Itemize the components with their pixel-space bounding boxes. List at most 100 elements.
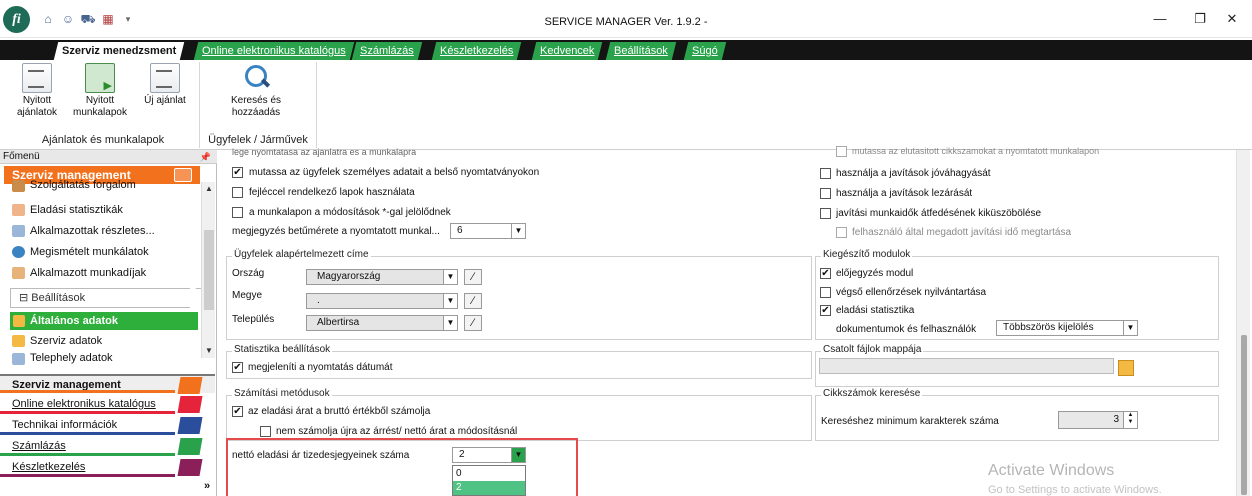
nav-item-repeated-jobs[interactable]: Megismételt munkálatok: [10, 243, 149, 261]
docs-users-select[interactable]: Többszörös kijelölés ▼: [996, 320, 1138, 336]
chevron-down-icon[interactable]: ▼: [1123, 321, 1137, 335]
modifications-mark-label: a munkalapon a módosítások *-gal jelölőd…: [249, 207, 451, 218]
spinner-arrows-icon[interactable]: ▲ ▼: [1123, 412, 1137, 428]
checkbox-overlap-elimination[interactable]: [820, 208, 831, 219]
repair-approval-label: használja a javítások jóváhagyását: [836, 168, 991, 179]
bottom-band-service-management[interactable]: Szerviz management: [0, 374, 215, 394]
inventory-band-icon: [177, 459, 203, 476]
invoicing-band-icon: [177, 438, 203, 455]
tab-favorites[interactable]: Kedvencek: [531, 42, 603, 60]
content-scroll-thumb[interactable]: [1241, 335, 1247, 495]
nav-item-general-data[interactable]: Általános adatok: [10, 312, 198, 330]
tab-invoicing[interactable]: Számlázás: [351, 42, 423, 60]
edit-pencil-icon[interactable]: ∕: [464, 293, 482, 309]
no-recalc-label: nem számolja újra az árrést/ nettó árat …: [276, 426, 518, 437]
nav-item-employee-wages[interactable]: Alkalmazott munkadíjak: [10, 264, 146, 282]
content-scrollbar[interactable]: [1236, 150, 1250, 496]
nav-settings-section[interactable]: ⊟ Beállítások: [10, 288, 190, 308]
checkbox-print-date[interactable]: ✔: [232, 362, 243, 373]
checkbox-personal-data[interactable]: ✔: [232, 167, 243, 178]
print-date-label: megjeleníti a nyomtatás dátumát: [248, 362, 393, 373]
final-checks-label: végső ellenőrzések nyilvántartása: [836, 287, 987, 298]
band-stripe: [0, 390, 175, 393]
checkbox-modifications-mark[interactable]: [232, 207, 243, 218]
nav-item-service-turnover[interactable]: Szolgáltatás forgalom: [10, 180, 136, 194]
ribbon-divider: [316, 62, 317, 148]
checkbox-booking-module[interactable]: ✔: [820, 268, 831, 279]
booking-module-label: előjegyzés modul: [836, 268, 914, 279]
min-chars-label: Kereséshez minimum karakterek száma: [821, 416, 999, 427]
settings-content: lege nyomtatasa az ajanlatra es a munkal…: [218, 146, 1252, 496]
checkbox-header-pages[interactable]: [232, 187, 243, 198]
pin-icon[interactable]: 📌: [200, 150, 211, 164]
edit-pencil-icon[interactable]: ∕: [464, 269, 482, 285]
bottom-band-online-catalog[interactable]: Online elektronikus katalógus: [0, 395, 215, 414]
county-select[interactable]: . ▼: [306, 293, 458, 309]
bottom-band-invoicing[interactable]: Számlázás: [0, 437, 215, 456]
chevron-down-icon[interactable]: ▼: [443, 316, 457, 330]
expand-chevron-icon[interactable]: »: [204, 480, 210, 492]
ribbon-panel: Nyitott ajánlatok Nyitott munkalapok Új …: [0, 60, 1252, 150]
checkbox-repair-approval[interactable]: [820, 168, 831, 179]
overlap-elimination-label: javítási munkaidők átfedésének kiküszöbö…: [836, 208, 1042, 219]
nav-item-service-data[interactable]: Szerviz adatok: [10, 332, 102, 350]
chevron-down-icon[interactable]: ▼: [443, 270, 457, 284]
repeat-icon: [12, 246, 25, 258]
search-and-add-button[interactable]: Keresés és hozzáadás: [216, 63, 296, 119]
checkbox-final-checks[interactable]: [820, 287, 831, 298]
tab-online-catalog[interactable]: Online elektronikus katalógus: [193, 42, 354, 60]
minimize-button[interactable]: —: [1140, 8, 1180, 30]
chevron-down-icon[interactable]: ▼: [511, 224, 525, 238]
edit-pencil-icon[interactable]: ∕: [464, 315, 482, 331]
country-select[interactable]: Magyarország ▼: [306, 269, 458, 285]
tab-inventory[interactable]: Készletkezelés: [431, 42, 522, 60]
service-icon: [174, 168, 192, 182]
activation-watermark: Activate Windows: [988, 462, 1115, 479]
checkbox-keep-user-time[interactable]: [836, 227, 847, 238]
min-chars-input[interactable]: 3 ▲ ▼: [1058, 411, 1138, 429]
dropdown-option[interactable]: 0: [453, 467, 525, 481]
nav-scrollbar[interactable]: ▲ ▼: [201, 182, 215, 358]
note-font-size-select[interactable]: 6 ▼: [450, 223, 526, 239]
nav-scroll-thumb[interactable]: [204, 230, 214, 310]
title-bar: fi ⌂ ☺ ⛟ ▦ ▾ SERVICE MANAGER Ver. 1.9.2 …: [0, 0, 1252, 38]
checkbox-gross-price[interactable]: ✔: [232, 406, 243, 417]
new-quote-button[interactable]: Új ajánlat: [142, 63, 188, 107]
checkbox-no-recalc[interactable]: [260, 426, 271, 437]
open-worksheets-button[interactable]: Nyitott munkalapok: [72, 63, 128, 119]
tab-service-management[interactable]: Szerviz menedzsment: [53, 42, 185, 60]
new-quote-label: Új ajánlat: [144, 95, 186, 106]
tab-settings[interactable]: Beállítások: [605, 42, 677, 60]
checkbox-rejected-parts[interactable]: [836, 146, 847, 157]
dropdown-option-selected[interactable]: 2: [453, 481, 525, 495]
city-select[interactable]: Albertirsa ▼: [306, 315, 458, 331]
attachments-folder-input[interactable]: [819, 358, 1114, 374]
group-quotes-worksheets-label: Ajánlatok és munkalapok: [41, 134, 165, 146]
checkbox-sales-statistics[interactable]: ✔: [820, 305, 831, 316]
nav-item-employee-details[interactable]: Alkalmazottak részletes...: [10, 222, 155, 240]
scroll-down-icon[interactable]: ▼: [202, 344, 216, 358]
bottom-band-inventory[interactable]: Készletkezelés: [0, 458, 215, 477]
decimal-places-label: nettó eladási ár tizedesjegyeinek száma: [232, 450, 410, 461]
nav-item-site-data[interactable]: Telephely adatok: [10, 353, 113, 365]
chevron-down-icon[interactable]: ▼: [443, 294, 457, 308]
band-stripe: [0, 411, 175, 414]
chart-icon: [12, 204, 25, 216]
personal-data-label: mutassa az ügyfelek személyes adatait a …: [249, 167, 540, 178]
main-menu-panel: Főmenü 📌 Szerviz management Szolgáltatás…: [0, 150, 217, 496]
scroll-up-icon[interactable]: ▲: [202, 182, 216, 196]
quote-document-icon: [22, 63, 52, 93]
new-quote-icon: [150, 63, 180, 93]
decimal-places-select[interactable]: 2 ▼: [452, 447, 526, 463]
rejected-parts-label: mutassa az elutasitott cikkszamokat a ny…: [852, 146, 1100, 156]
ribbon-tabs: Szerviz menedzsment Online elektronikus …: [0, 40, 1252, 60]
open-quotes-button[interactable]: Nyitott ajánlatok: [14, 63, 60, 119]
calculation-title: Számítási metódusok: [232, 388, 332, 399]
tab-help[interactable]: Súgó: [683, 42, 726, 60]
close-button[interactable]: ✕: [1212, 8, 1252, 30]
chevron-down-icon[interactable]: ▼: [511, 448, 525, 462]
checkbox-repair-closing[interactable]: [820, 188, 831, 199]
folder-browse-icon[interactable]: [1118, 360, 1134, 376]
bottom-band-technical-info[interactable]: Technikai információk: [0, 416, 215, 435]
nav-item-sales-statistics[interactable]: Eladási statisztikák: [10, 201, 123, 219]
